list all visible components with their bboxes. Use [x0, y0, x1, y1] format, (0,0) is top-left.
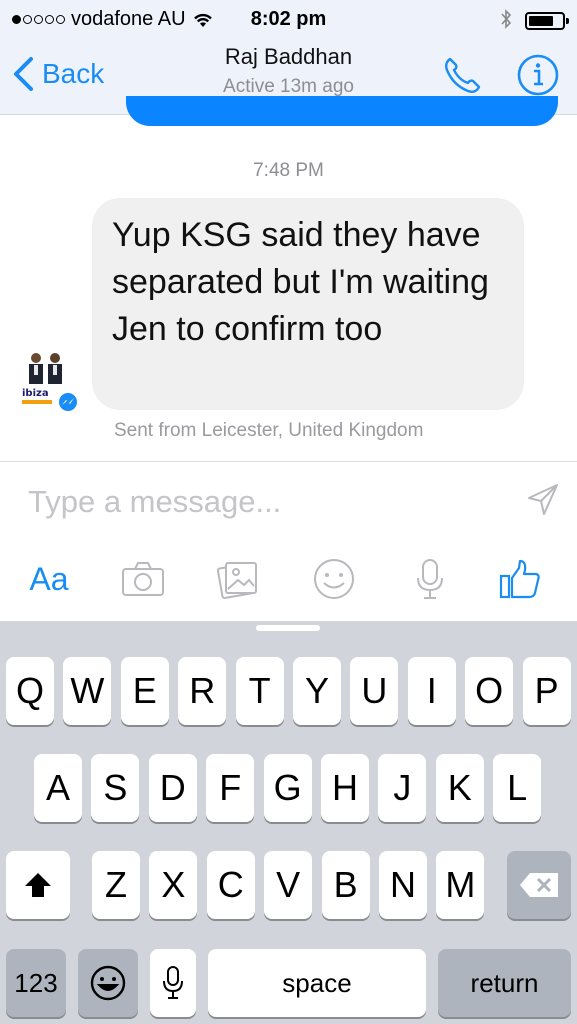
key-x[interactable]: X	[149, 851, 198, 919]
key-z[interactable]: Z	[92, 851, 140, 919]
key-b[interactable]: B	[321, 851, 370, 919]
key-l[interactable]: L	[493, 754, 542, 822]
camera-icon[interactable]	[120, 557, 166, 601]
key-d[interactable]: D	[148, 754, 197, 822]
key-u[interactable]: U	[350, 657, 399, 725]
key-t[interactable]: T	[235, 657, 284, 725]
avatar-logo-text: ibiza	[22, 388, 49, 399]
gallery-icon[interactable]	[216, 557, 260, 601]
backspace-icon	[520, 873, 558, 897]
incoming-message-bubble[interactable]: Yup KSG said they have separated but I'm…	[92, 198, 524, 410]
emoji-keyboard-key[interactable]	[78, 949, 138, 1017]
shift-icon	[25, 873, 51, 897]
text-format-button[interactable]: Aa	[24, 557, 74, 601]
microphone-icon[interactable]	[412, 557, 448, 601]
conversation-header[interactable]: Raj Baddhan Active 13m ago	[0, 44, 577, 98]
shift-key[interactable]	[6, 851, 70, 919]
key-e[interactable]: E	[120, 657, 169, 725]
backspace-key[interactable]	[507, 851, 571, 919]
status-bar: vodafone AU 8:02 pm	[0, 6, 577, 32]
key-h[interactable]: H	[321, 754, 369, 822]
thumbs-up-icon[interactable]	[498, 557, 542, 601]
key-y[interactable]: Y	[293, 657, 341, 725]
dictation-key[interactable]	[150, 949, 196, 1017]
key-j[interactable]: J	[378, 754, 427, 822]
battery-icon	[525, 12, 569, 30]
key-o[interactable]: O	[465, 657, 514, 725]
emoji-keyboard-icon	[90, 965, 126, 1001]
key-m[interactable]: M	[436, 851, 485, 919]
message-location: Sent from Leicester, United Kingdom	[114, 420, 424, 441]
avatar-image: ibiza	[22, 348, 79, 413]
composer-toolbar: Aa	[0, 557, 577, 607]
numbers-key[interactable]: 123	[6, 949, 66, 1017]
composer: Aa	[0, 461, 577, 622]
emoji-icon[interactable]	[312, 557, 356, 601]
message-timestamp: 7:48 PM	[253, 160, 324, 181]
bluetooth-icon	[501, 9, 512, 29]
key-v[interactable]: V	[264, 851, 313, 919]
key-n[interactable]: N	[379, 851, 427, 919]
avatar[interactable]: ibiza	[18, 348, 79, 413]
key-g[interactable]: G	[263, 754, 312, 822]
key-s[interactable]: S	[91, 754, 140, 822]
key-r[interactable]: R	[178, 657, 227, 725]
phone-call-icon[interactable]	[440, 53, 484, 97]
previous-outgoing-bubble[interactable]	[126, 96, 558, 126]
message-input[interactable]	[28, 484, 508, 520]
key-a[interactable]: A	[34, 754, 82, 822]
status-time: 8:02 pm	[250, 8, 327, 30]
keyboard: Q W E R T Y U I O P A S D F G H J K L Z X C V B N M 123 space return	[0, 621, 577, 1024]
contact-status: Active 13m ago	[223, 76, 354, 97]
microphone-key-icon	[163, 966, 183, 999]
info-icon[interactable]	[516, 53, 560, 97]
key-p[interactable]: P	[522, 657, 571, 725]
key-q[interactable]: Q	[6, 657, 54, 725]
key-w[interactable]: W	[63, 657, 112, 725]
space-key[interactable]: space	[208, 949, 426, 1017]
key-i[interactable]: I	[407, 657, 456, 725]
key-f[interactable]: F	[206, 754, 255, 822]
return-key[interactable]: return	[438, 949, 571, 1017]
key-k[interactable]: K	[435, 754, 484, 822]
keyboard-grabber[interactable]	[256, 625, 320, 631]
send-icon[interactable]	[525, 482, 561, 518]
key-c[interactable]: C	[206, 851, 255, 919]
contact-name: Raj Baddhan	[224, 44, 353, 69]
